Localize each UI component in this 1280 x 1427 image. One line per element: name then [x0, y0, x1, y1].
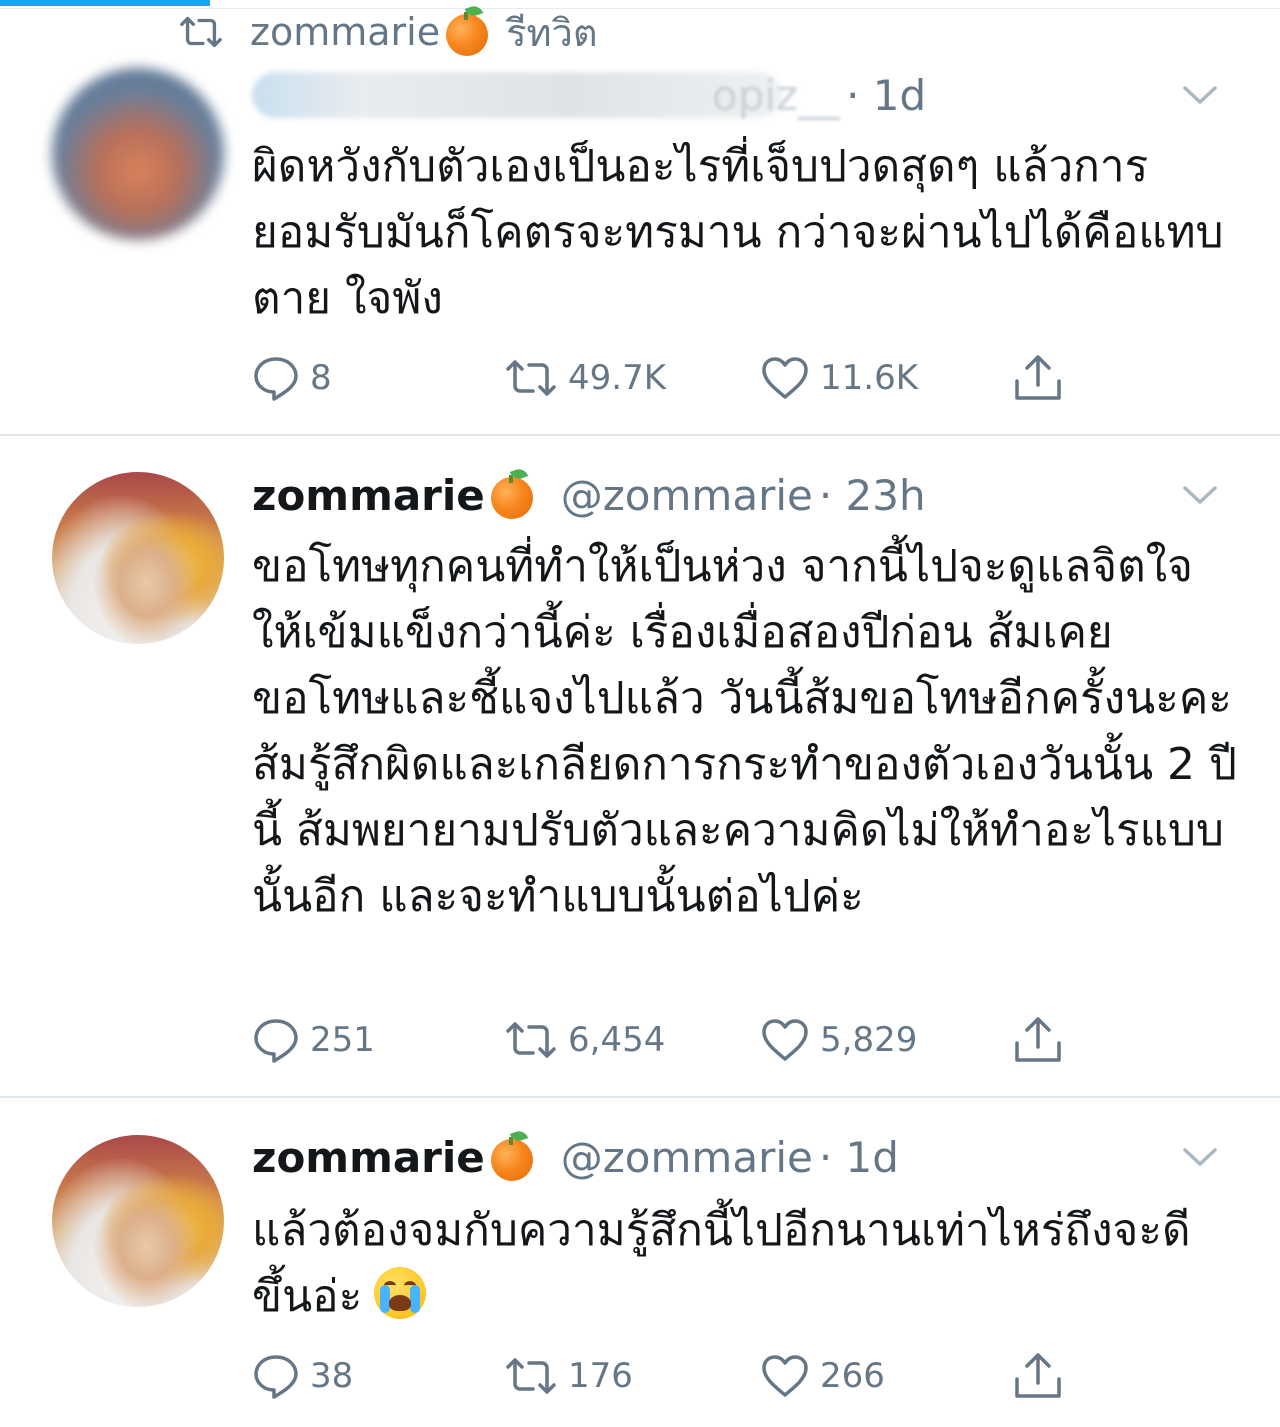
- tweet-text: ขอโทษทุกคนที่ทำให้เป็นห่วง จากนี้ไปจะดูแ…: [252, 541, 1237, 922]
- user-handle[interactable]: @zommarie: [561, 471, 813, 520]
- reply-icon: [254, 1355, 298, 1399]
- retweet-context[interactable]: zommarie รีทวิต: [178, 3, 598, 56]
- retweet-button[interactable]: 49.7K: [504, 348, 666, 408]
- like-count: 5,829: [820, 1020, 918, 1060]
- blurred-user-name[interactable]: [252, 72, 782, 118]
- tweet-text: ผิดหวังกับตัวเองเป็นอะไรที่เจ็บปวดสุดๆ แ…: [252, 141, 1224, 324]
- reply-button[interactable]: 251: [252, 1010, 375, 1070]
- retweet-label: รีทวิต: [506, 10, 598, 55]
- tweet-divider: [0, 1096, 1280, 1098]
- reply-count: 38: [310, 1356, 354, 1396]
- retweet-count: 49.7K: [568, 358, 666, 398]
- heart-icon: [762, 357, 808, 399]
- share-button[interactable]: [1012, 348, 1074, 408]
- tweet-actions: 251 6,454 5,829: [252, 1010, 1072, 1070]
- reply-button[interactable]: 38: [252, 1346, 353, 1406]
- retweet-button[interactable]: 6,454: [504, 1010, 665, 1070]
- tweet-time[interactable]: · 1d: [846, 71, 926, 120]
- retweet-icon: [506, 360, 556, 396]
- tweet-header: opiz__ · 1d: [252, 70, 926, 120]
- like-count: 266: [820, 1356, 885, 1396]
- retweet-count: 176: [568, 1356, 633, 1396]
- loudly-crying-face-emoji: [374, 1267, 427, 1319]
- tweet-time[interactable]: · 1d: [819, 1133, 899, 1182]
- tweet-header: zommarie @zommarie · 23h: [252, 466, 926, 522]
- handle-tail[interactable]: opiz__: [712, 71, 840, 120]
- user-handle[interactable]: @zommarie: [561, 1133, 813, 1182]
- user-name[interactable]: zommarie: [252, 471, 485, 520]
- retweet-icon: [506, 1358, 556, 1394]
- retweet-count: 6,454: [568, 1020, 666, 1060]
- retweeter-name[interactable]: zommarie: [250, 10, 440, 54]
- tweet-time[interactable]: · 23h: [819, 471, 926, 520]
- avatar[interactable]: [52, 68, 224, 240]
- top-divider: [0, 8, 1280, 9]
- heart-icon: [762, 1355, 808, 1397]
- like-button[interactable]: 266: [760, 1346, 885, 1406]
- share-icon: [1015, 355, 1061, 400]
- tangerine-emoji: [490, 1128, 533, 1181]
- like-button[interactable]: 11.6K: [760, 348, 918, 408]
- share-button[interactable]: [1012, 1010, 1074, 1070]
- chevron-down-icon[interactable]: [1182, 1146, 1218, 1168]
- retweet-button[interactable]: 176: [504, 1346, 633, 1406]
- tangerine-emoji: [446, 3, 489, 56]
- heart-icon: [762, 1019, 808, 1061]
- reply-count: 251: [310, 1020, 375, 1060]
- like-count: 11.6K: [820, 358, 918, 398]
- progress-indicator: [0, 0, 210, 6]
- share-button[interactable]: [1012, 1346, 1074, 1406]
- chevron-down-icon[interactable]: [1182, 84, 1218, 106]
- reply-icon: [254, 1019, 298, 1063]
- retweet-icon: [180, 16, 222, 48]
- share-icon: [1015, 1353, 1061, 1398]
- share-icon: [1015, 1017, 1061, 1062]
- avatar[interactable]: [52, 472, 224, 644]
- like-button[interactable]: 5,829: [760, 1010, 917, 1070]
- tweet-text-container: แล้วต้องจมกับความรู้สึกนี้ไปอีกนานเท่าไห…: [252, 1198, 1242, 1332]
- avatar[interactable]: [52, 1135, 224, 1307]
- retweet-icon: [506, 1022, 556, 1058]
- tweet-actions: 8 49.7K 11.6K: [252, 348, 1072, 408]
- chevron-down-icon[interactable]: [1182, 484, 1218, 506]
- tweet-divider: [0, 434, 1280, 436]
- user-name[interactable]: zommarie: [252, 1133, 485, 1182]
- tweet-actions: 38 176 266: [252, 1346, 1072, 1406]
- reply-icon: [254, 357, 298, 401]
- tweet-header: zommarie @zommarie · 1d: [252, 1128, 899, 1184]
- tangerine-emoji: [490, 466, 533, 519]
- reply-count: 8: [310, 358, 332, 398]
- reply-button[interactable]: 8: [252, 348, 332, 408]
